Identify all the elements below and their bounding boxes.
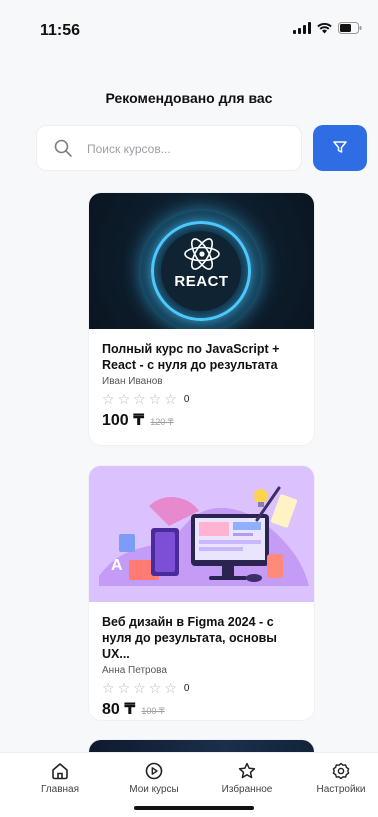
star-empty-icon: ☆ bbox=[164, 680, 177, 696]
course-rating: ☆ ☆ ☆ ☆ ☆ 0 bbox=[102, 680, 301, 696]
nav-item-home[interactable]: Главная bbox=[15, 761, 105, 795]
gear-icon bbox=[296, 761, 378, 781]
star-empty-icon: ☆ bbox=[117, 680, 131, 696]
star-icon bbox=[202, 761, 292, 781]
star-empty-icon: ☆ bbox=[148, 680, 162, 696]
star-empty-icon: ☆ bbox=[133, 680, 146, 696]
search-input[interactable] bbox=[85, 126, 289, 172]
thumbnail-text: REACT bbox=[174, 273, 229, 290]
course-old-price: 120 ₸ bbox=[150, 417, 174, 427]
price-row: 100 ₸ 120 ₸ bbox=[102, 410, 301, 430]
filter-icon bbox=[332, 139, 348, 158]
star-empty-icon: ☆ bbox=[164, 391, 177, 407]
course-title: Веб дизайн в Figma 2024 - с нуля до резу… bbox=[102, 615, 277, 661]
course-card[interactable]: A Веб дизайн в Figma 2024 - с нуля до ре… bbox=[89, 466, 314, 720]
signal-icon bbox=[293, 22, 311, 34]
rating-count: 0 bbox=[183, 393, 190, 405]
home-icon bbox=[15, 761, 105, 781]
nav-item-settings[interactable]: Настройки bbox=[296, 761, 378, 795]
star-empty-icon: ☆ bbox=[133, 391, 146, 407]
star-empty-icon: ☆ bbox=[117, 391, 131, 407]
course-old-price: 100 ₸ bbox=[141, 706, 165, 716]
battery-icon bbox=[338, 22, 362, 34]
course-author: Анна Петрова bbox=[102, 665, 167, 676]
page-title: Рекомендовано для вас bbox=[105, 90, 273, 106]
home-indicator bbox=[134, 806, 254, 810]
course-title: Полный курс по JavaScript + React - с ну… bbox=[102, 342, 280, 372]
status-icons bbox=[293, 22, 362, 34]
rating-count: 0 bbox=[183, 682, 190, 694]
nav-item-favorites[interactable]: Избранное bbox=[202, 761, 292, 795]
star-empty-icon: ☆ bbox=[102, 680, 115, 696]
course-thumbnail: A bbox=[89, 466, 314, 602]
svg-text:A: A bbox=[111, 557, 123, 574]
play-circle-icon bbox=[109, 761, 199, 781]
search-bar[interactable] bbox=[36, 125, 302, 172]
price-row: 80 ₸ 100 ₸ bbox=[102, 699, 301, 719]
course-price: 80 ₸ bbox=[102, 701, 136, 718]
star-empty-icon: ☆ bbox=[102, 391, 115, 407]
course-author: Иван Иванов bbox=[102, 376, 163, 387]
course-thumbnail: REACT bbox=[89, 193, 314, 329]
nav-label: Мои курсы bbox=[129, 784, 179, 795]
course-card[interactable]: REACT Полный курс по JavaScript + React … bbox=[89, 193, 314, 445]
nav-label: Избранное bbox=[221, 784, 273, 795]
status-bar: 11:56 bbox=[0, 0, 378, 60]
design-illustration: A bbox=[89, 466, 314, 602]
wifi-icon bbox=[317, 22, 332, 34]
search-icon bbox=[53, 138, 73, 163]
nav-item-my-courses[interactable]: Мои курсы bbox=[109, 761, 199, 795]
filter-button[interactable] bbox=[313, 125, 367, 171]
course-price: 100 ₸ bbox=[102, 412, 145, 429]
nav-label: Настройки bbox=[316, 784, 366, 795]
status-time: 11:56 bbox=[40, 22, 81, 39]
react-logo-icon bbox=[183, 237, 221, 276]
star-empty-icon: ☆ bbox=[148, 391, 162, 407]
course-rating: ☆ ☆ ☆ ☆ ☆ 0 bbox=[102, 391, 301, 407]
nav-label: Главная bbox=[40, 784, 80, 795]
